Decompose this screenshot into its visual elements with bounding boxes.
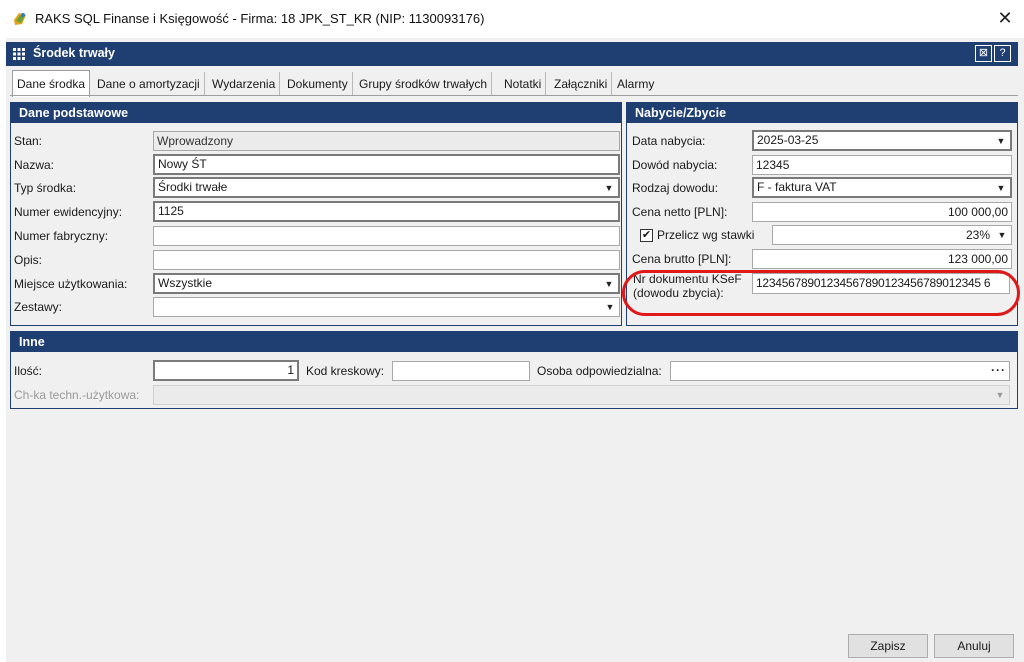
ilosc-input[interactable]: 1 xyxy=(153,360,299,381)
app-logo-icon xyxy=(14,13,26,25)
cena-netto-input[interactable]: 100 000,00 xyxy=(752,202,1012,222)
app-window: RAKS SQL Finanse i Księgowość - Firma: 1… xyxy=(0,0,1024,662)
tab-alarmy[interactable]: Alarmy xyxy=(613,72,658,96)
cancel-button[interactable]: Anuluj xyxy=(934,634,1014,658)
label-numer-ewidencyjny: Numer ewidencyjny: xyxy=(14,205,123,219)
tab-notatki[interactable]: Notatki xyxy=(500,72,547,96)
numer-ewidencyjny-input[interactable]: 1125 xyxy=(153,201,620,222)
tab-wydarzenia[interactable]: Wydarzenia xyxy=(208,72,281,96)
chevron-down-icon[interactable]: ▼ xyxy=(603,298,617,316)
restore-icon[interactable]: ⊠ xyxy=(975,45,992,62)
osoba-odpowiedzialna-input[interactable]: ··· xyxy=(670,361,1010,381)
chevron-down-icon[interactable]: ▼ xyxy=(602,179,616,196)
kod-kreskowy-input[interactable] xyxy=(392,361,530,381)
nr-dokumentu-ksef-input[interactable]: 12345678901234567890123456789012345 6 xyxy=(752,273,1010,294)
rodzaj-dowodu-value: F - faktura VAT xyxy=(757,180,837,194)
tab-dokumenty[interactable]: Dokumenty xyxy=(283,72,353,96)
form-title: Środek trwały xyxy=(33,46,115,60)
label-dowod-nabycia: Dowód nabycia: xyxy=(632,158,718,172)
chevron-down-icon: ▼ xyxy=(995,390,1005,400)
stan-field: Wprowadzony xyxy=(153,131,620,151)
cena-brutto-input[interactable]: 123 000,00 xyxy=(752,249,1012,269)
label-ch-ka-techn-uzytkowa: Ch-ka techn.-użytkowa: xyxy=(14,388,140,402)
window-title: RAKS SQL Finanse i Księgowość - Firma: 1… xyxy=(35,11,485,26)
panel-header-nabycie-zbycie: Nabycie/Zbycie xyxy=(627,103,1017,123)
tab-dane-srodka[interactable]: Dane środka xyxy=(12,70,91,97)
save-button[interactable]: Zapisz xyxy=(848,634,928,658)
numer-fabryczny-input[interactable] xyxy=(153,226,620,246)
miejsce-uzytkowania-value: Wszystkie xyxy=(158,276,212,290)
miejsce-uzytkowania-select[interactable]: Wszystkie ▼ xyxy=(153,273,620,294)
form-header: Środek trwały ⊠ ? xyxy=(6,42,1018,66)
stawka-select[interactable]: 23% ▼ xyxy=(772,225,1012,245)
tabs-divider xyxy=(10,95,1018,96)
label-przelicz-wg-stawki: Przelicz wg stawki xyxy=(657,228,755,242)
tab-zalaczniki[interactable]: Załączniki xyxy=(550,72,613,96)
menu-grid-icon[interactable] xyxy=(13,48,25,60)
label-nr-dokumentu-ksef: Nr dokumentu KSeF xyxy=(633,272,742,286)
przelicz-checkbox[interactable]: ✔ xyxy=(640,229,653,242)
label-rodzaj-dowodu: Rodzaj dowodu: xyxy=(632,181,719,195)
label-dowodu-zbycia: (dowodu zbycia): xyxy=(633,286,724,300)
close-icon[interactable]: ✕ xyxy=(996,9,1014,27)
tab-dane-o-amortyzacji[interactable]: Dane o amortyzacji xyxy=(93,72,205,96)
more-options-icon[interactable]: ··· xyxy=(991,362,1006,378)
chevron-down-icon[interactable]: ▼ xyxy=(995,226,1009,244)
data-nabycia-value: 2025-03-25 xyxy=(757,133,819,147)
opis-input[interactable] xyxy=(153,250,620,270)
help-icon[interactable]: ? xyxy=(994,45,1011,62)
title-bar: RAKS SQL Finanse i Księgowość - Firma: 1… xyxy=(0,0,1024,38)
label-cena-brutto: Cena brutto [PLN]: xyxy=(632,252,732,266)
typ-srodka-select[interactable]: Środki trwałe ▼ xyxy=(153,177,620,198)
ch-ka-techn-select: ▼ xyxy=(153,385,1010,405)
label-opis: Opis: xyxy=(14,253,43,267)
label-osoba-odpowiedzialna: Osoba odpowiedzialna: xyxy=(537,364,662,378)
label-typ-srodka: Typ środka: xyxy=(14,181,77,195)
chevron-down-icon[interactable]: ▼ xyxy=(994,179,1008,196)
nazwa-input[interactable]: Nowy ŚT xyxy=(153,154,620,175)
tab-bar: Dane środka Dane o amortyzacji Wydarzeni… xyxy=(10,70,1018,97)
window-left-edge xyxy=(0,38,6,662)
stawka-value: 23% xyxy=(965,228,990,242)
label-stan: Stan: xyxy=(14,134,43,148)
dowod-nabycia-input[interactable]: 12345 xyxy=(752,155,1012,175)
label-numer-fabryczny: Numer fabryczny: xyxy=(14,229,109,243)
label-zestawy: Zestawy: xyxy=(14,300,63,314)
rodzaj-dowodu-select[interactable]: F - faktura VAT ▼ xyxy=(752,177,1012,198)
chevron-down-icon[interactable]: ▼ xyxy=(602,275,616,292)
chevron-down-icon[interactable]: ▼ xyxy=(994,132,1008,149)
zestawy-select[interactable]: ▼ xyxy=(153,297,620,317)
data-nabycia-select[interactable]: 2025-03-25 ▼ xyxy=(752,130,1012,151)
label-cena-netto: Cena netto [PLN]: xyxy=(632,205,728,219)
label-kod-kreskowy: Kod kreskowy: xyxy=(306,364,385,378)
panel-header-inne: Inne xyxy=(11,332,1017,352)
label-nazwa: Nazwa: xyxy=(14,158,55,172)
label-data-nabycia: Data nabycia: xyxy=(632,134,706,148)
panel-header-dane-podstawowe: Dane podstawowe xyxy=(11,103,621,123)
typ-srodka-value: Środki trwałe xyxy=(158,180,228,194)
tab-grupy-srodkow[interactable]: Grupy środków trwałych xyxy=(355,72,493,96)
label-ilosc: Ilość: xyxy=(14,364,43,378)
label-miejsce-uzytkowania: Miejsce użytkowania: xyxy=(14,277,128,291)
